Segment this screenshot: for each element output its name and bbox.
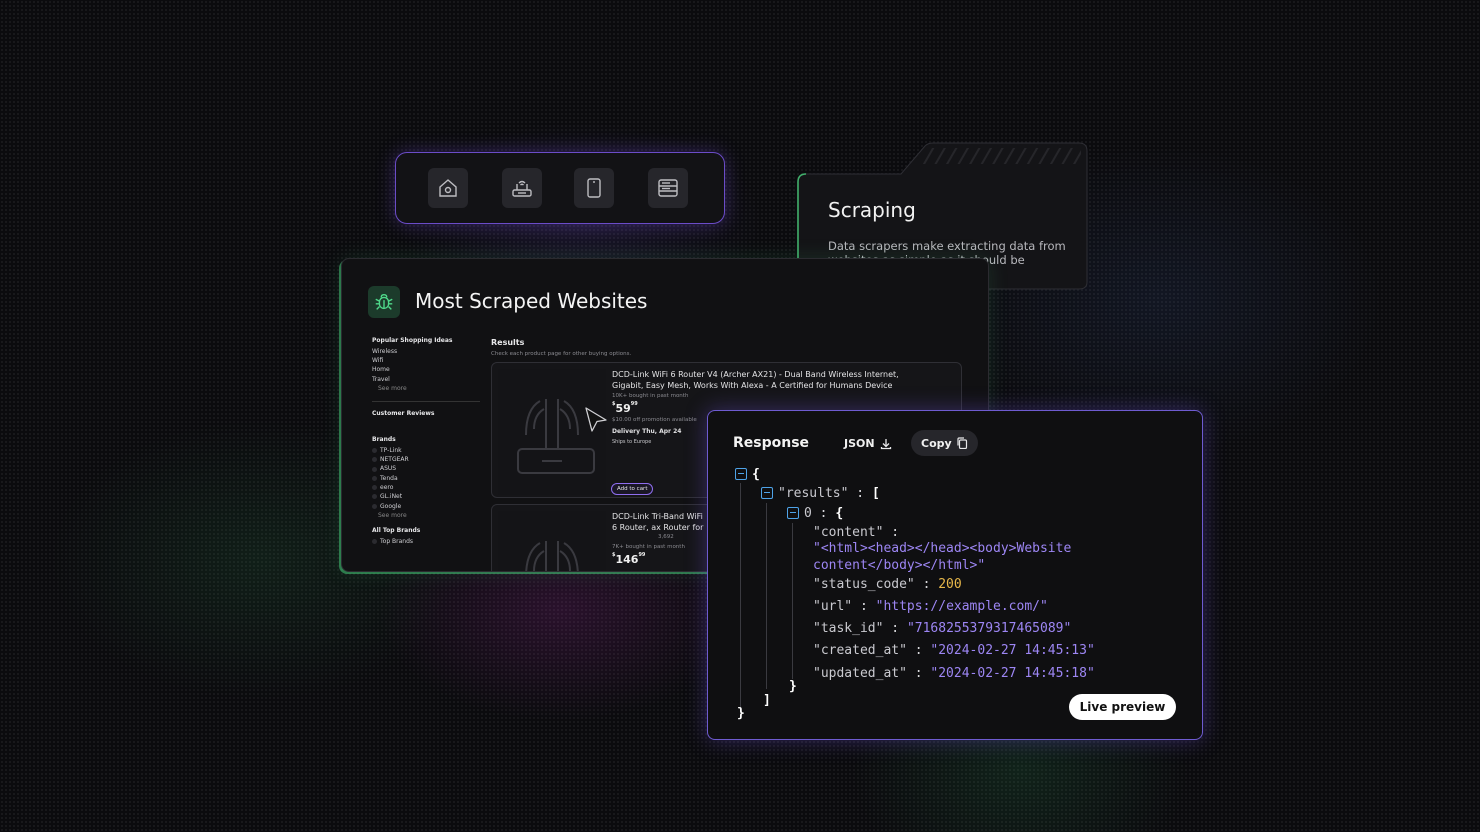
server-button[interactable] [648, 168, 688, 208]
cursor-icon [585, 407, 607, 432]
response-card: Response JSON Copy { "results" : [ 0 : {… [707, 410, 1203, 740]
brand-option[interactable]: GL.iNet [372, 492, 482, 501]
sidebar-item-wifi[interactable]: Wifi [372, 356, 482, 365]
radio-icon [372, 539, 377, 545]
brand-label: GL.iNet [380, 493, 403, 501]
home-icon [439, 179, 457, 197]
see-more-link[interactable]: See more [372, 384, 482, 393]
router-icon [512, 180, 532, 197]
indent-guide [740, 483, 741, 709]
panel-title: Most Scraped Websites [415, 289, 648, 313]
product-bought: 10K+ bought in past month [612, 393, 689, 399]
json-status-line: "status_code" : 200 [813, 577, 962, 592]
json-item-close: } [789, 679, 797, 694]
json-viewer: { "results" : [ 0 : { "content" : "<html… [708, 411, 1202, 739]
shopping-heading: Popular Shopping Ideas [372, 337, 453, 344]
top-brands-heading: All Top Brands [372, 526, 421, 534]
radio-icon [372, 457, 377, 463]
product-price: $5999 [612, 401, 638, 415]
json-task-id-line: "task_id" : "7168255379317465089" [813, 621, 1072, 636]
tablet-icon [587, 178, 601, 198]
product-ratings: 3,692 [658, 534, 674, 540]
brand-option[interactable]: Google [372, 502, 482, 511]
json-content-value-2: content</body></html>" [813, 558, 986, 573]
add-to-cart-button[interactable]: Add to cart [611, 483, 654, 495]
brand-option[interactable]: eero [372, 483, 482, 492]
json-key: "results" [778, 486, 849, 501]
radio-icon [372, 447, 377, 453]
json-created-value: "2024-02-27 14:45:13" [930, 643, 1095, 658]
brand-label: Tenda [380, 474, 398, 482]
top-brands-option[interactable]: Top Brands [372, 537, 482, 546]
brand-label: ASUS [380, 465, 397, 473]
json-content-value-1: "<html><head></head><body>Website [813, 541, 1072, 556]
json-results-close: ] [763, 693, 771, 708]
json-task-id-value: "7168255379317465089" [906, 621, 1072, 636]
radio-icon [372, 466, 377, 472]
collapse-toggle-icon[interactable] [787, 506, 799, 519]
brand-option[interactable]: Tenda [372, 474, 482, 483]
json-root-open: { [735, 467, 760, 482]
brand-label: eero [380, 484, 394, 491]
router-product-image [498, 511, 606, 571]
product-title[interactable]: DCD-Link Tri-Band WiFi 6 Router, ax Rout… [612, 511, 708, 533]
bug-icon [375, 293, 393, 310]
results-heading: Results [491, 338, 525, 347]
product-bought: 7K+ bought in past month [612, 544, 685, 550]
json-root-close: } [737, 706, 745, 721]
json-status-value: 200 [938, 577, 962, 592]
collapse-toggle-icon[interactable] [761, 486, 773, 499]
radio-icon [372, 494, 377, 500]
json-url-line: "url" : "https://example.com/" [813, 599, 1048, 614]
brand-label: Google [380, 502, 402, 510]
json-content-key: "content" : [813, 525, 900, 540]
live-preview-button[interactable]: Live preview [1069, 694, 1176, 720]
brand-option[interactable]: TP-Link [372, 446, 482, 455]
reviews-heading: Customer Reviews [372, 409, 435, 417]
filter-sidebar: Popular Shopping Ideas Wireless Wifi Hom… [372, 337, 482, 546]
radio-icon [372, 475, 377, 481]
brand-label: NETGEAR [380, 456, 409, 464]
radio-icon [372, 485, 377, 491]
bug-badge [368, 286, 400, 318]
server-icon [658, 179, 678, 197]
sidebar-item-travel[interactable]: Travel [372, 375, 482, 384]
sidebar-item-home[interactable]: Home [372, 365, 482, 374]
brands-see-more-link[interactable]: See more [372, 511, 482, 520]
indent-guide [792, 523, 793, 679]
device-icon-bar [395, 152, 725, 224]
sidebar-divider [372, 400, 480, 402]
json-index: 0 [804, 506, 812, 521]
json-url-value: "https://example.com/" [875, 599, 1048, 614]
brand-option[interactable]: ASUS [372, 464, 482, 473]
product-price: $14699 [612, 552, 646, 566]
results-subheading: Check each product page for other buying… [491, 351, 632, 357]
scraping-title: Scraping [828, 198, 916, 222]
radio-icon [372, 503, 377, 509]
brand-option[interactable]: NETGEAR [372, 455, 482, 464]
top-brands-label: Top Brands [380, 537, 414, 545]
product-promo: $10.00 off promotion available [612, 417, 697, 423]
indent-guide [766, 503, 767, 689]
router-button[interactable] [502, 168, 542, 208]
json-created-line: "created_at" : "2024-02-27 14:45:13" [813, 643, 1095, 658]
product-delivery: Delivery Thu, Apr 24 [612, 428, 682, 435]
json-results-line: "results" : [ [761, 486, 880, 501]
sidebar-item-wireless[interactable]: Wireless [372, 347, 482, 356]
json-item-line: 0 : { [787, 506, 843, 521]
home-button[interactable] [428, 168, 468, 208]
product-ships: Ships to Europe [612, 439, 652, 445]
brand-label: TP-Link [380, 446, 402, 454]
collapse-toggle-icon[interactable] [735, 467, 747, 480]
tablet-button[interactable] [574, 168, 614, 208]
product-title[interactable]: DCD-Link WiFi 6 Router V4 (Archer AX21) … [612, 369, 932, 391]
json-updated-value: "2024-02-27 14:45:18" [930, 666, 1095, 681]
json-updated-line: "updated_at" : "2024-02-27 14:45:18" [813, 666, 1095, 681]
brands-heading: Brands [372, 435, 396, 443]
